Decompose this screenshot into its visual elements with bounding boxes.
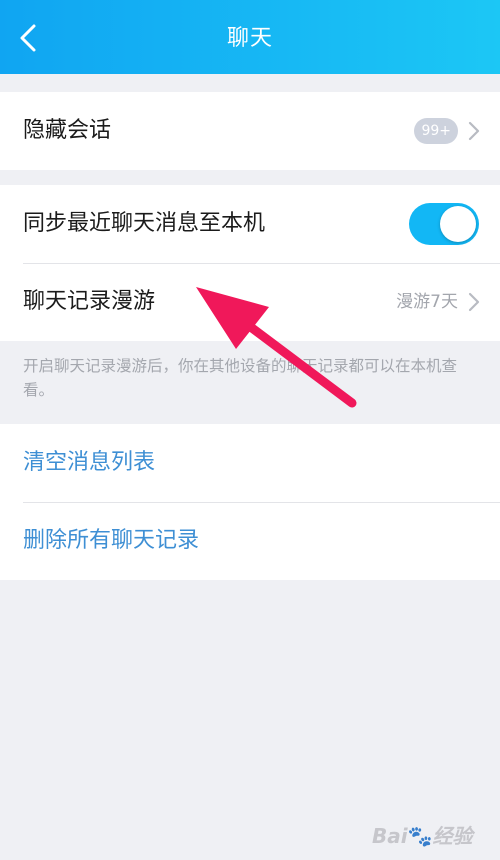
hidden-chats-row[interactable]: 隐藏会话 99+ bbox=[0, 92, 500, 170]
chevron-right-icon bbox=[468, 121, 480, 141]
chevron-right-icon bbox=[468, 292, 480, 312]
page-title: 聊天 bbox=[226, 26, 273, 51]
chat-roaming-row[interactable]: 聊天记录漫游 漫游7天 bbox=[0, 263, 500, 341]
sync-toggle[interactable] bbox=[409, 203, 479, 245]
sync-recent-messages-row: 同步最近聊天消息至本机 bbox=[0, 185, 500, 263]
sync-settings-group: 同步最近聊天消息至本机 聊天记录漫游 漫游7天 bbox=[0, 185, 500, 341]
clear-message-list-label: 清空消息列表 bbox=[23, 450, 156, 475]
delete-all-chat-records-button[interactable]: 删除所有聊天记录 bbox=[0, 502, 500, 580]
sync-recent-messages-label: 同步最近聊天消息至本机 bbox=[23, 211, 266, 236]
unread-count-badge: 99+ bbox=[414, 118, 458, 144]
watermark-text: Bai🐾经验 bbox=[372, 824, 473, 848]
roaming-description: 开启聊天记录漫游后，你在其他设备的聊天记录都可以在本机查看。 bbox=[23, 357, 458, 399]
hidden-chats-label: 隐藏会话 bbox=[23, 118, 112, 143]
message-actions-group: 清空消息列表 删除所有聊天记录 bbox=[0, 424, 500, 580]
roaming-duration-value: 漫游7天 bbox=[396, 292, 458, 312]
baidu-watermark-logo: Bai🐾经验 bbox=[372, 816, 473, 848]
hidden-chats-group: 隐藏会话 99+ bbox=[0, 92, 500, 170]
delete-all-chat-records-label: 删除所有聊天记录 bbox=[23, 528, 200, 553]
toggle-knob bbox=[440, 206, 476, 242]
clear-message-list-button[interactable]: 清空消息列表 bbox=[0, 424, 500, 502]
chat-roaming-label: 聊天记录漫游 bbox=[23, 289, 156, 314]
nav-header: 聊天 bbox=[0, 0, 500, 74]
